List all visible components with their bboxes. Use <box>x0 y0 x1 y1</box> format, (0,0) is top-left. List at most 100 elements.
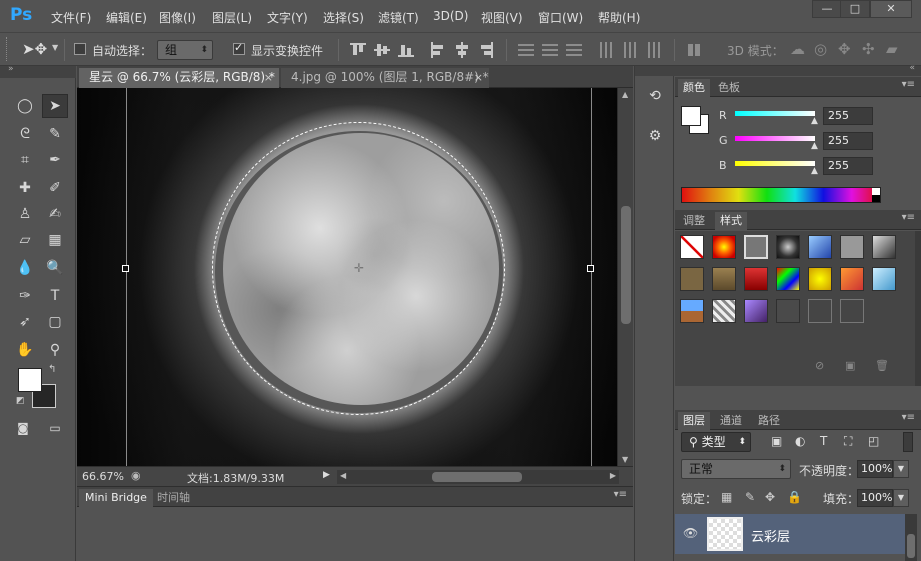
channel-g-value[interactable]: 255 <box>823 132 873 150</box>
properties-panel-icon[interactable]: ⚙ <box>643 128 667 152</box>
distribute-left-icon[interactable] <box>598 42 614 58</box>
distribute-hcenter-icon[interactable] <box>622 42 638 58</box>
history-panel-icon[interactable]: ⟲ <box>643 88 667 112</box>
style-swatch[interactable] <box>840 235 864 259</box>
filter-pixel-icon[interactable]: ▣ <box>771 434 782 448</box>
hand-tool-icon[interactable]: ✋ <box>12 338 38 362</box>
shape-tool-icon[interactable]: ▢ <box>42 310 68 334</box>
style-swatch[interactable] <box>680 267 704 291</box>
transform-center-icon[interactable]: ✛ <box>353 262 365 274</box>
eyedropper-tool-icon[interactable]: ✒ <box>42 148 68 172</box>
tab-document-2[interactable]: 4.jpg @ 100% (图层 1, RGB/8#) * × <box>281 68 489 88</box>
menu-view[interactable]: 视图(V) <box>481 9 523 26</box>
menu-filter[interactable]: 滤镜(T) <box>378 9 419 26</box>
tab-swatches[interactable]: 色板 <box>713 79 745 97</box>
scale-3d-icon[interactable]: ▰ <box>886 40 898 58</box>
menu-edit[interactable]: 编辑(E) <box>106 9 147 26</box>
clear-style-icon[interactable]: ⊘ <box>815 359 824 372</box>
chevron-down-icon[interactable]: ▼ <box>52 43 58 52</box>
align-vcenter-icon[interactable] <box>374 42 390 58</box>
default-colors-icon[interactable]: ◩ <box>16 396 25 406</box>
panel-menu-icon[interactable]: ▾≡ <box>902 79 915 90</box>
vertical-scroll-thumb[interactable] <box>621 206 631 324</box>
lock-pixels-icon[interactable]: ✎ <box>745 490 755 504</box>
fill-value[interactable]: 100% <box>857 489 893 507</box>
tab-document-1[interactable]: 星云 @ 66.7% (云彩层, RGB/8) * × <box>79 68 279 88</box>
style-swatch[interactable] <box>840 267 864 291</box>
slider-thumb-icon[interactable]: ▲ <box>811 116 818 126</box>
distribute-top-icon[interactable] <box>518 42 534 58</box>
style-swatch[interactable] <box>712 267 736 291</box>
transform-handle-right[interactable] <box>587 265 594 272</box>
minimize-button[interactable]: — <box>812 0 842 18</box>
collapse-icon[interactable]: » <box>8 64 14 74</box>
screen-mode-icon[interactable]: ▭ <box>42 416 68 440</box>
move-tool-icon[interactable]: ➤ <box>42 94 68 118</box>
tab-layers[interactable]: 图层 <box>678 412 710 430</box>
styles-scrollbar[interactable] <box>915 231 921 386</box>
scroll-left-icon[interactable]: ◀ <box>340 471 346 480</box>
menu-window[interactable]: 窗口(W) <box>538 9 583 26</box>
new-style-icon[interactable]: ▣ <box>845 359 855 372</box>
scroll-up-icon[interactable]: ▲ <box>622 90 628 99</box>
close-button[interactable]: ✕ <box>870 0 912 18</box>
spectrum-white-swatch[interactable] <box>872 188 880 195</box>
roll-3d-icon[interactable]: ◎ <box>814 40 827 58</box>
foreground-color-swatch[interactable] <box>18 368 42 392</box>
menu-3d[interactable]: 3D(D) <box>433 9 468 23</box>
align-bottom-icon[interactable] <box>398 42 414 58</box>
style-swatch[interactable] <box>744 267 768 291</box>
tab-styles[interactable]: 样式 <box>715 212 747 230</box>
distribute-vcenter-icon[interactable] <box>542 42 558 58</box>
tab-adjustments[interactable]: 调整 <box>678 212 710 230</box>
filter-type-icon[interactable]: T <box>820 434 827 448</box>
style-swatch[interactable] <box>776 299 800 323</box>
panel-menu-icon[interactable]: ▾≡ <box>902 412 915 423</box>
type-tool-icon[interactable]: T <box>42 284 68 308</box>
lock-transparent-icon[interactable]: ▦ <box>721 490 732 504</box>
tab-color[interactable]: 颜色 <box>678 79 710 97</box>
scroll-down-icon[interactable]: ▼ <box>622 455 628 464</box>
pen-tool-icon[interactable]: ✑ <box>12 284 38 308</box>
eye-icon[interactable]: 👁 <box>683 526 698 540</box>
transform-handle-left[interactable] <box>122 265 129 272</box>
distribute-right-icon[interactable] <box>646 42 662 58</box>
slide-3d-icon[interactable]: ✣ <box>862 40 875 58</box>
layer-filter-dropdown[interactable]: ⚲ 类型 ⬍ <box>681 432 751 452</box>
menu-type[interactable]: 文字(Y) <box>267 9 308 26</box>
dodge-tool-icon[interactable]: 🔍 <box>42 256 68 280</box>
zoom-tool-icon[interactable]: ⚲ <box>42 338 68 362</box>
tab-mini-bridge[interactable]: Mini Bridge <box>79 489 153 507</box>
collapse-icon[interactable]: « <box>909 63 915 73</box>
style-none[interactable] <box>680 235 704 259</box>
filter-smart-object-icon[interactable]: ◰ <box>868 434 879 448</box>
history-brush-tool-icon[interactable]: ✍ <box>42 202 68 226</box>
path-selection-tool-icon[interactable]: ➶ <box>12 310 38 334</box>
filter-shape-icon[interactable]: ⛶ <box>844 434 852 449</box>
brush-tool-icon[interactable]: ✐ <box>42 176 68 200</box>
lock-position-icon[interactable]: ✥ <box>765 490 775 504</box>
lasso-tool-icon[interactable]: ᘓ <box>12 122 38 146</box>
filter-toggle[interactable] <box>903 432 913 452</box>
delete-style-icon[interactable]: 🗑 <box>875 359 889 372</box>
blur-tool-icon[interactable]: 💧 <box>12 256 38 280</box>
layers-scroll-thumb[interactable] <box>907 534 915 558</box>
filter-adjustment-icon[interactable]: ◐ <box>795 434 805 448</box>
style-swatch[interactable] <box>776 235 800 259</box>
style-swatch[interactable] <box>744 299 768 323</box>
layer-row[interactable]: 👁 云彩层 <box>675 514 905 554</box>
show-transform-checkbox[interactable] <box>233 41 245 55</box>
maximize-button[interactable]: □ <box>840 0 870 18</box>
scroll-right-icon[interactable]: ▶ <box>610 471 616 480</box>
menu-select[interactable]: 选择(S) <box>323 9 364 26</box>
channel-r-slider[interactable] <box>735 111 815 116</box>
tab-paths[interactable]: 路径 <box>753 412 785 430</box>
channel-b-value[interactable]: 255 <box>823 157 873 175</box>
style-swatch-selected[interactable] <box>744 235 768 259</box>
align-top-icon[interactable] <box>350 42 366 58</box>
align-right-icon[interactable] <box>478 42 494 58</box>
quick-selection-tool-icon[interactable]: ✎ <box>42 122 68 146</box>
style-swatch[interactable] <box>872 235 896 259</box>
color-spectrum-bar[interactable] <box>681 187 881 203</box>
eraser-tool-icon[interactable]: ▱ <box>12 228 38 252</box>
